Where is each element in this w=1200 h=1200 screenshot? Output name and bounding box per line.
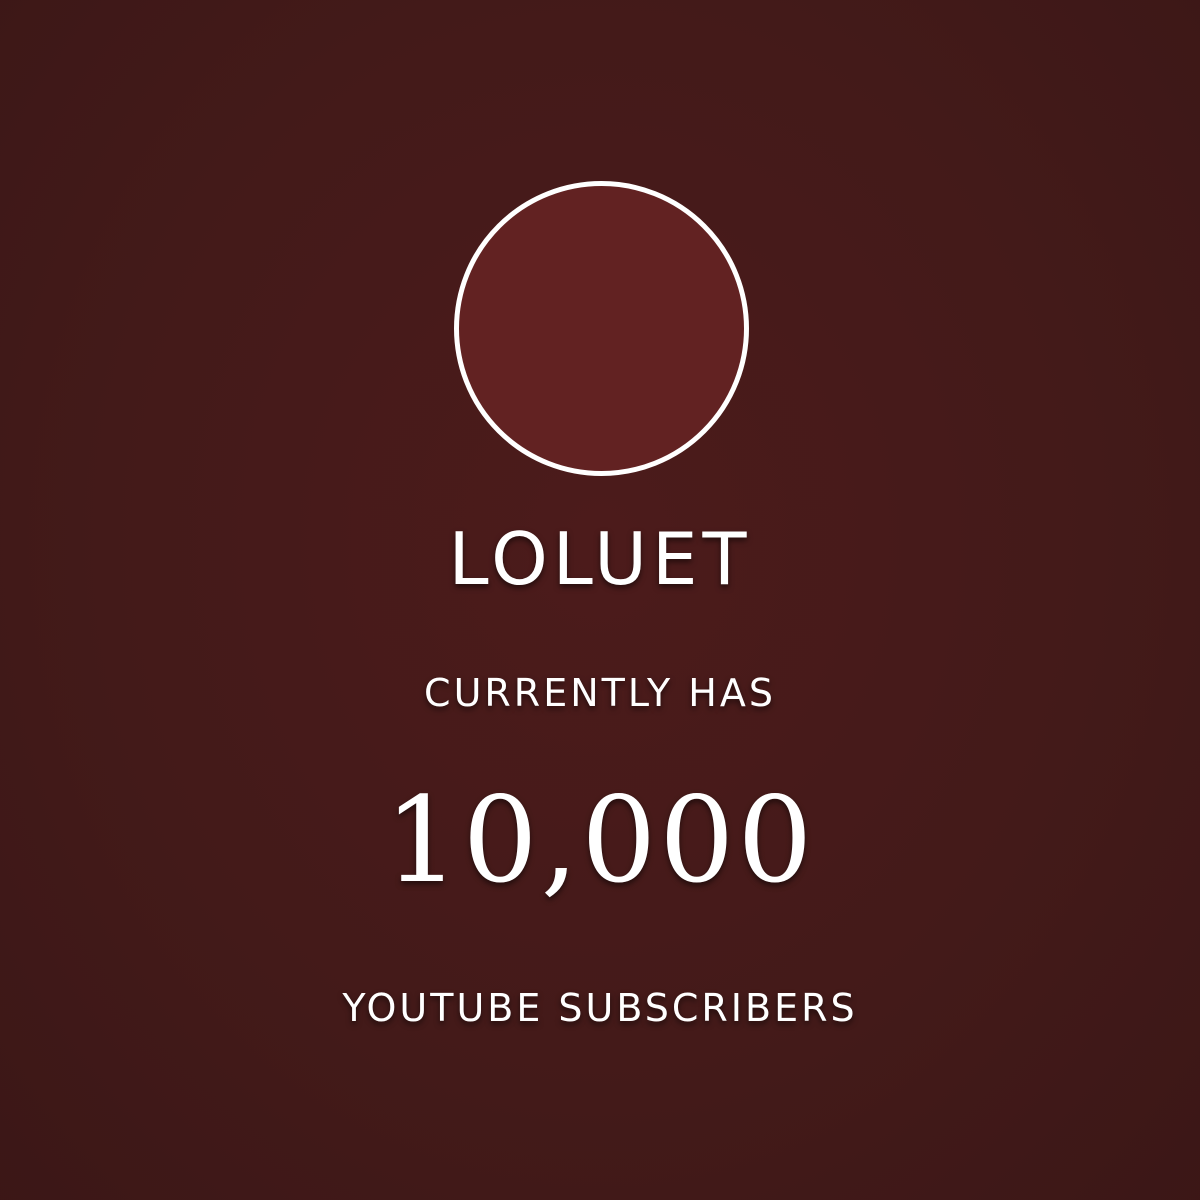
milestone-prefix: CURRENTLY HAS <box>424 671 776 715</box>
channel-avatar <box>454 181 749 476</box>
milestone-suffix: YOUTUBE SUBSCRIBERS <box>342 986 858 1030</box>
subscriber-count: 10,000 <box>384 771 816 909</box>
channel-name: LOLUET <box>448 517 752 601</box>
milestone-card: LOLUET CURRENTLY HAS 10,000 YOUTUBE SUBS… <box>0 0 1200 1200</box>
